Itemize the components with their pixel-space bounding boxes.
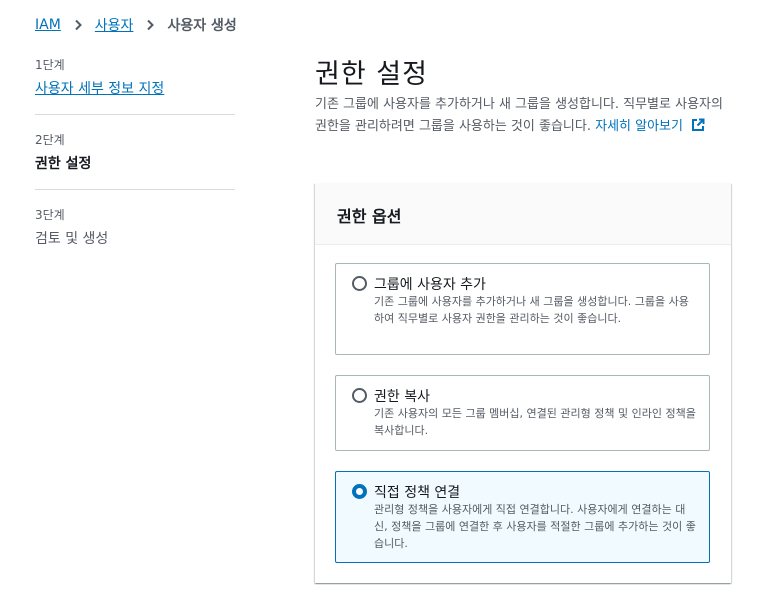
breadcrumb: IAM 사용자 사용자 생성: [35, 14, 237, 36]
step-current-permissions: 권한 설정: [35, 156, 92, 172]
breadcrumb-current: 사용자 생성: [167, 18, 237, 34]
learn-more-link[interactable]: 자세히 알아보기: [595, 118, 705, 134]
option-add-to-group[interactable]: 그룹에 사용자 추가 기존 그룹에 사용자를 추가하거나 새 그룹을 생성합니다…: [335, 263, 710, 355]
breadcrumb-users[interactable]: 사용자: [95, 15, 134, 35]
option-label: 권한 복사: [374, 389, 430, 405]
main-content: 권한 설정 기존 그룹에 사용자를 추가하거나 새 그룹을 생성합니다. 직무별…: [315, 52, 735, 134]
page-description: 기존 그룹에 사용자를 추가하거나 새 그룹을 생성합니다. 직무별로 사용자의…: [315, 94, 735, 138]
step-divider: [35, 114, 235, 115]
option-description: 관리형 정책을 사용자에게 직접 연결합니다. 사용자에게 연결하는 대신, 정…: [374, 503, 696, 550]
step-3: 3단계 검토 및 생성: [35, 206, 235, 248]
option-description: 기존 사용자의 모든 그룹 멤버십, 연결된 관리형 정책 및 인라인 정책을 …: [374, 407, 696, 437]
panel-header: 권한 옵션: [315, 183, 731, 245]
option-label: 그룹에 사용자 추가: [374, 277, 486, 293]
step-number: 1단계: [35, 58, 65, 72]
chevron-right-icon: [139, 14, 161, 36]
page-title: 권한 설정: [315, 59, 428, 90]
breadcrumb-iam[interactable]: IAM: [35, 17, 61, 33]
panel-title: 권한 옵션: [337, 207, 402, 226]
step-2: 2단계 권한 설정: [35, 131, 235, 173]
option-copy-permissions[interactable]: 권한 복사 기존 사용자의 모든 그룹 멤버십, 연결된 관리형 정책 및 인라…: [335, 375, 710, 451]
learn-more-label: 자세히 알아보기: [595, 119, 683, 134]
option-attach-policies[interactable]: 직접 정책 연결 관리형 정책을 사용자에게 직접 연결합니다. 사용자에게 연…: [335, 471, 710, 563]
step-number: 3단계: [35, 208, 65, 222]
step-divider: [35, 189, 235, 190]
chevron-right-icon: [67, 14, 89, 36]
permission-options-panel: 권한 옵션 그룹에 사용자 추가 기존 그룹에 사용자를 추가하거나 새 그룹을…: [315, 183, 731, 583]
step-link-user-details[interactable]: 사용자 세부 정보 지정: [35, 78, 235, 98]
radio-copy-permissions[interactable]: [352, 388, 367, 403]
step-number: 2단계: [35, 133, 65, 147]
option-label: 직접 정책 연결: [374, 485, 461, 501]
step-review-create: 검토 및 생성: [35, 231, 109, 247]
external-link-icon: [691, 118, 705, 132]
radio-attach-policies[interactable]: [352, 484, 367, 499]
option-description: 기존 그룹에 사용자를 추가하거나 새 그룹을 생성합니다. 그룹을 사용하여 …: [374, 295, 689, 325]
radio-add-to-group[interactable]: [352, 276, 367, 291]
step-1: 1단계 사용자 세부 정보 지정: [35, 56, 235, 98]
